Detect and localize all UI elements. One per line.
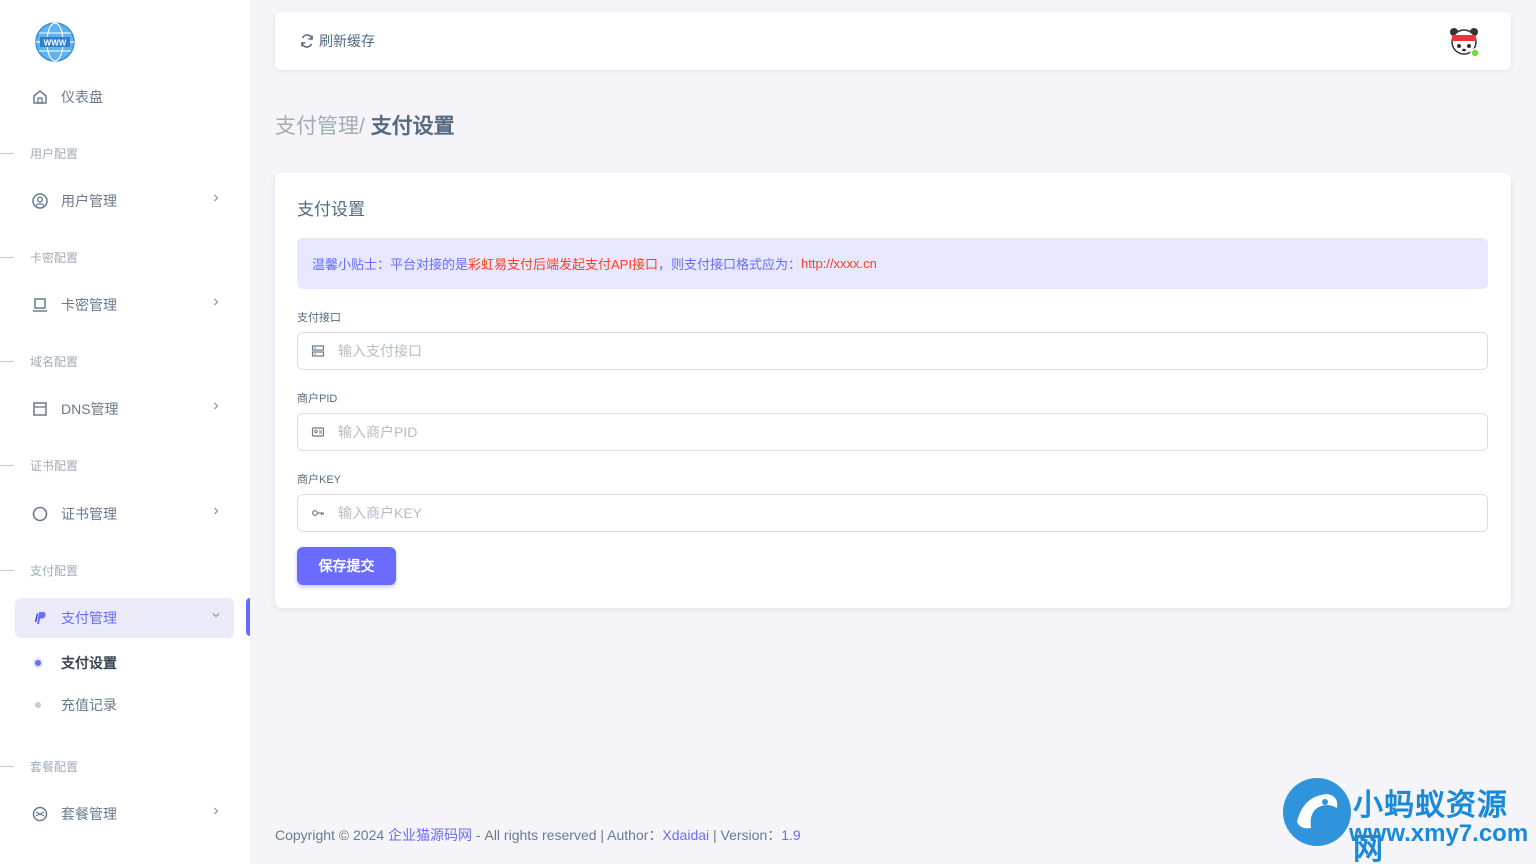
tip-alert: 温馨小贴士：平台对接的是 彩虹易支付后端发起支付API接口 ，则支付接口格式应为： h…	[297, 238, 1488, 289]
chevron-right-icon	[214, 402, 219, 410]
watermark: 小蚂蚁资源网 www.xmy7.com	[1283, 776, 1533, 864]
breadcrumb: 支付管理/ 支付设置	[275, 110, 455, 140]
sidebar-item-label: 套餐管理	[61, 806, 117, 822]
server-icon	[298, 344, 338, 358]
paypal-icon	[31, 609, 49, 627]
svg-text:WWW: WWW	[44, 39, 67, 48]
refresh-icon	[301, 34, 313, 48]
www-globe-logo[interactable]: WWW	[35, 22, 75, 62]
ant-logo-icon	[1283, 778, 1351, 846]
sidebar-item-dashboard[interactable]: 仪表盘	[15, 77, 234, 117]
sidebar-item-user-management[interactable]: 用户管理	[15, 181, 234, 221]
section-header-card: 卡密配置	[0, 247, 250, 267]
pay-api-input-group	[297, 332, 1488, 370]
sidebar-item-plan-management[interactable]: 套餐管理	[15, 794, 234, 834]
footer-site-link[interactable]: 企业猫源码网	[388, 827, 472, 843]
top-navbar: 刷新缓存	[275, 12, 1511, 70]
merchant-key-input[interactable]	[338, 495, 1487, 531]
sidebar-item-label: DNS管理	[61, 401, 119, 417]
breadcrumb-parent[interactable]: 支付管理/	[275, 115, 365, 138]
sidebar-item-cert-management[interactable]: 证书管理	[15, 494, 234, 534]
chevron-right-icon	[214, 807, 219, 815]
sidebar-subitem-pay-settings[interactable]: 支付设置	[15, 645, 234, 681]
alert-prefix: 温馨小贴士：平台对接的是	[312, 257, 469, 272]
sidebar: WWW 仪表盘 用户配置 用户管理 卡密配置 卡密管理 域名配置 DNS管理 证…	[0, 0, 250, 864]
pay-settings-card: 支付设置 温馨小贴士：平台对接的是 彩虹易支付后端发起支付API接口 ，则支付接口格…	[275, 173, 1511, 608]
sidebar-subitem-recharge-records[interactable]: 充值记录	[15, 687, 234, 723]
sidebar-item-card-management[interactable]: 卡密管理	[15, 285, 234, 325]
footer-version-label: | Version：	[709, 827, 782, 843]
window-icon	[31, 400, 49, 418]
id-card-icon	[298, 425, 338, 439]
merchant-pid-input[interactable]	[338, 414, 1487, 450]
sidebar-item-pay-management[interactable]: 支付管理	[15, 598, 234, 638]
footer-version: 1.9	[781, 827, 801, 843]
sidebar-subitem-label: 充值记录	[61, 697, 117, 713]
chevron-down-icon	[212, 613, 220, 618]
sidebar-item-label: 卡密管理	[61, 297, 117, 313]
alert-middle: ，则支付接口格式应为：	[657, 257, 801, 272]
user-circle-icon	[31, 192, 49, 210]
chevron-right-icon	[214, 507, 219, 515]
sidebar-item-dns-management[interactable]: DNS管理	[15, 389, 234, 429]
bullet-dot-icon	[35, 660, 41, 666]
refresh-cache-button[interactable]: 刷新缓存	[299, 31, 375, 51]
merchant-key-input-group	[297, 494, 1488, 532]
card-title: 支付设置	[297, 200, 365, 219]
laptop-icon	[31, 296, 49, 314]
footer-copyright: Copyright © 2024	[275, 827, 389, 843]
sidebar-item-label: 仪表盘	[61, 89, 103, 105]
merchant-key-label: 商户KEY	[297, 474, 342, 486]
alert-url: http://xxxx.cn	[801, 256, 877, 271]
footer: Copyright © 2024 企业猫源码网 - All rights res…	[275, 825, 801, 845]
merchant-pid-input-group	[297, 413, 1488, 451]
save-submit-button[interactable]: 保存提交	[297, 547, 396, 585]
chevron-right-icon	[214, 194, 219, 202]
user-avatar[interactable]	[1447, 25, 1481, 59]
watermark-url: www.xmy7.com	[1349, 820, 1529, 847]
circle-icon	[31, 505, 49, 523]
pay-api-label: 支付接口	[297, 312, 341, 324]
bullet-dot-icon	[35, 702, 41, 708]
key-icon	[298, 506, 338, 520]
chevron-right-icon	[214, 298, 219, 306]
refresh-cache-label: 刷新缓存	[319, 33, 375, 49]
section-header-cert: 证书配置	[0, 455, 250, 475]
footer-rights: - All rights reserved | Author：	[472, 827, 663, 843]
active-menu-indicator	[246, 598, 250, 636]
merchant-pid-label: 商户PID	[297, 393, 338, 405]
section-header-plan: 套餐配置	[0, 756, 250, 776]
package-icon	[31, 805, 49, 823]
pay-api-input[interactable]	[338, 333, 1487, 369]
sidebar-item-label: 用户管理	[61, 193, 117, 209]
section-header-user: 用户配置	[0, 143, 250, 163]
section-header-domain: 域名配置	[0, 351, 250, 371]
sidebar-item-label: 证书管理	[61, 506, 117, 522]
home-icon	[31, 88, 49, 106]
sidebar-subitem-label: 支付设置	[61, 655, 117, 671]
sidebar-item-label: 支付管理	[61, 610, 117, 626]
section-header-pay: 支付配置	[0, 560, 250, 580]
page-title: 支付设置	[370, 115, 455, 138]
alert-highlight: 彩虹易支付后端发起支付API接口	[468, 257, 658, 272]
footer-author-link[interactable]: Xdaidai	[662, 827, 709, 843]
